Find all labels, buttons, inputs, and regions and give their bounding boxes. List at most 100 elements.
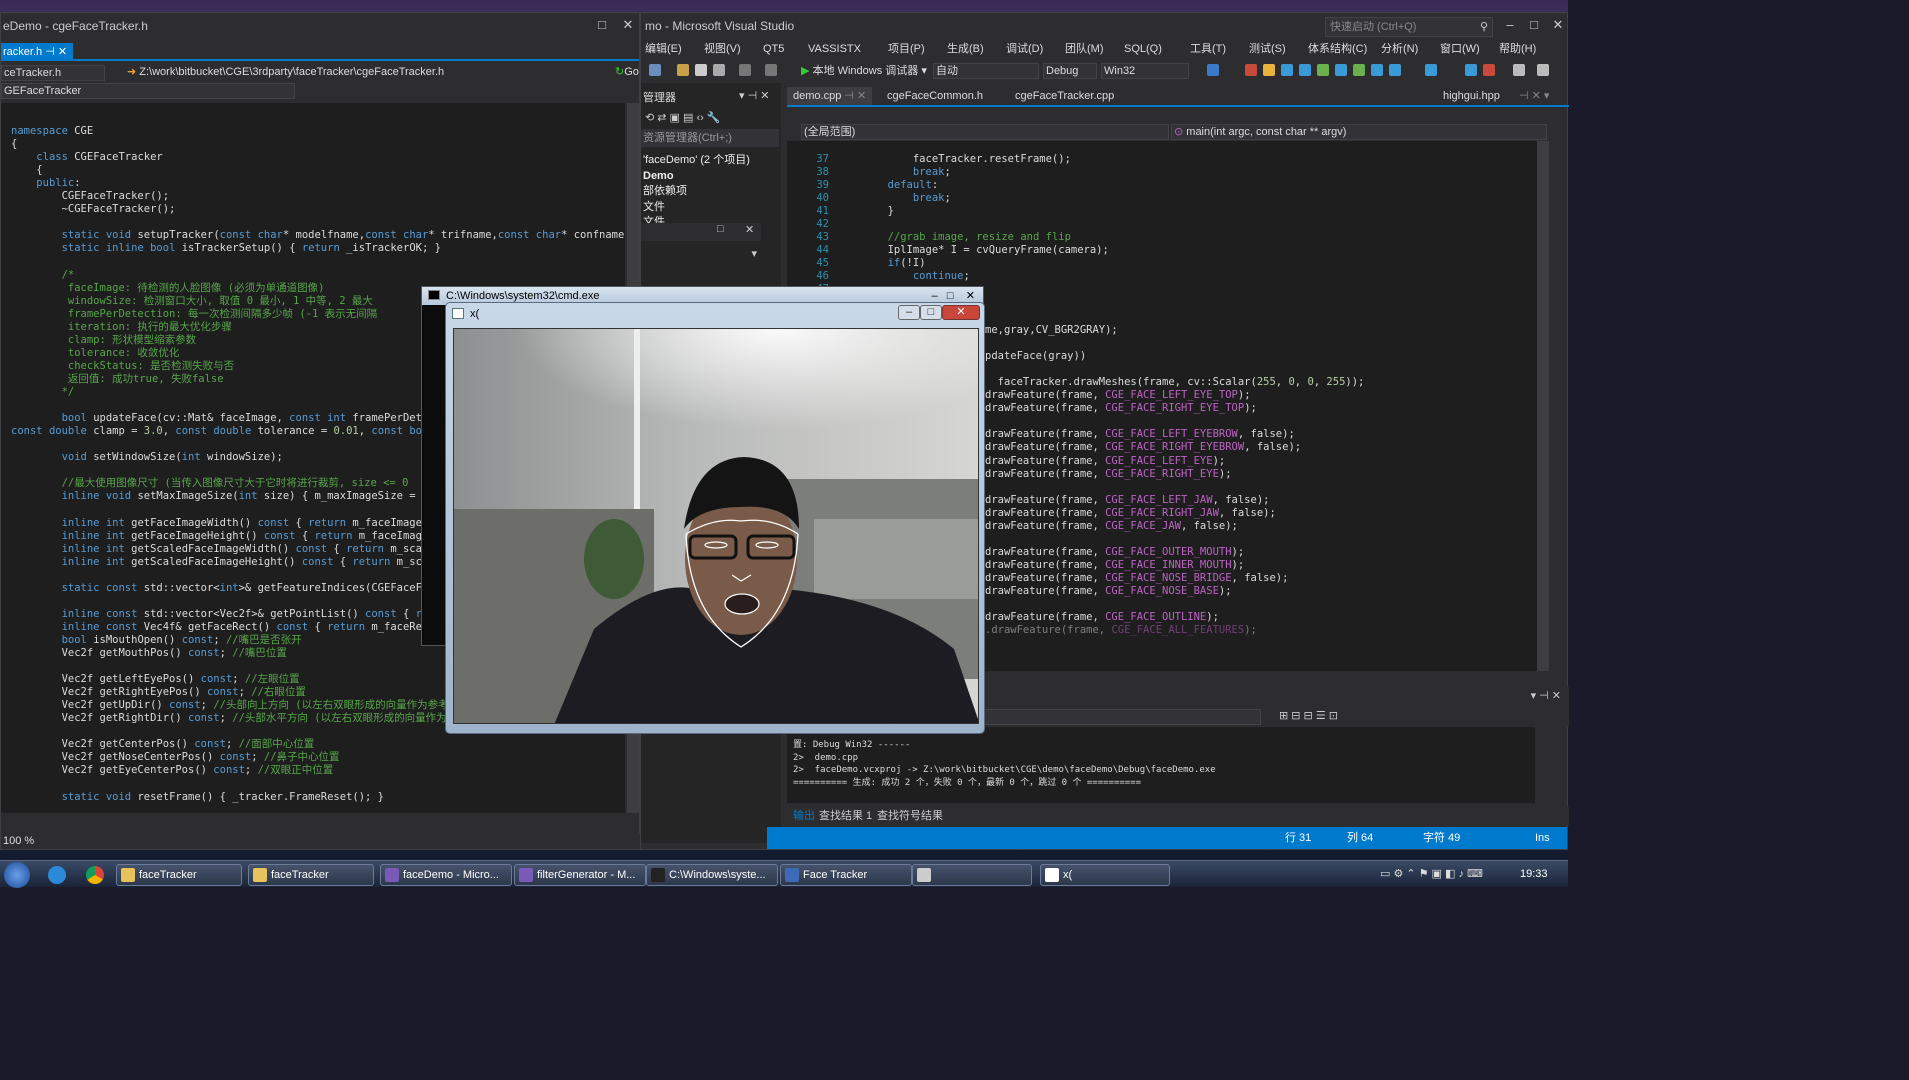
scope-combo[interactable]: GEFaceTracker [1, 83, 295, 99]
new-project-icon[interactable] [649, 64, 661, 76]
output-source-combo[interactable] [947, 709, 1261, 725]
output-tab-output[interactable]: 输出 [793, 807, 815, 825]
menu-item[interactable]: 体系结构(C) [1308, 39, 1367, 59]
toolbar-icon[interactable] [1483, 64, 1495, 76]
toolbar-icon[interactable] [1425, 64, 1437, 76]
toolbar-icon[interactable] [1263, 64, 1275, 76]
menu-item[interactable]: 分析(N) [1381, 39, 1418, 59]
platform-combo[interactable]: Win32 [1101, 63, 1189, 79]
pin-icon[interactable]: ▾ ⊣ ✕ [739, 89, 769, 102]
toolbar-icon[interactable] [1465, 64, 1477, 76]
tree-item-files[interactable]: 文件 [643, 200, 750, 216]
member-combo-text: main(int argc, const char ** argv) [1186, 126, 1347, 138]
start-debugging-button[interactable]: ▶ 本地 Windows 调试器 ▾ [801, 62, 927, 80]
vertical-scrollbar[interactable] [1537, 141, 1549, 671]
menu-item[interactable]: VASSISTX [808, 39, 861, 59]
clock[interactable]: 19:33 [1520, 868, 1548, 880]
solution-search-input[interactable]: 资源管理器(Ctrl+;) [641, 129, 779, 147]
nav-path[interactable]: ➜ Z:\work\bitbucket\CGE\3rdparty\faceTra… [125, 65, 613, 81]
menu-item[interactable]: 团队(M) [1065, 39, 1104, 59]
face-tracker-window[interactable]: x( – □ ✕ [445, 302, 985, 734]
taskbar-item[interactable]: faceTracker [248, 864, 374, 886]
solution-config-mode[interactable]: 自动 [933, 63, 1039, 79]
maximize-button[interactable]: □ [920, 305, 942, 320]
toolbar-icon[interactable] [1353, 64, 1365, 76]
go-button[interactable]: ↻Go [613, 65, 639, 81]
taskbar-item[interactable]: Face Tracker [780, 864, 912, 886]
tab-highgui-hpp[interactable]: highgui.hpp [1437, 87, 1506, 105]
maximize-icon[interactable]: □ [589, 13, 615, 37]
scope-combo[interactable]: (全局范围) [801, 124, 1169, 140]
toolbar-icon[interactable] [1513, 64, 1525, 76]
menu-item[interactable]: 调试(D) [1006, 39, 1043, 59]
tab-overflow-icon[interactable]: ⊣ ✕ ▾ [1519, 87, 1549, 105]
toolbar-icon[interactable] [1389, 64, 1401, 76]
tab-demo-cpp[interactable]: demo.cpp ⊣ ✕ [787, 87, 873, 105]
taskbar-item[interactable] [912, 864, 1032, 886]
menu-item[interactable]: 测试(S) [1249, 39, 1286, 59]
save-icon[interactable] [695, 64, 707, 76]
toolbar-icon[interactable] [1335, 64, 1347, 76]
taskbar-item[interactable]: C:\Windows\syste... [646, 864, 778, 886]
zoom-level[interactable]: 100 % [1, 833, 641, 849]
line-number: 39 [816, 179, 829, 191]
menu-item[interactable]: 编辑(E) [645, 39, 682, 59]
file-combo[interactable]: ceTracker.h [1, 65, 105, 81]
save-all-icon[interactable] [713, 64, 725, 76]
minimize-icon[interactable]: – [1497, 13, 1523, 37]
quick-launch-input[interactable]: 快速启动 (Ctrl+Q) ⚲ [1325, 17, 1493, 37]
menu-item[interactable]: 视图(V) [704, 39, 741, 59]
tab-cgefacetracker-h[interactable]: racker.h ⊣ ✕ [1, 43, 74, 61]
close-icon[interactable]: ✕ [745, 223, 754, 236]
taskbar-item[interactable]: x( [1040, 864, 1170, 886]
config-combo[interactable]: Debug [1043, 63, 1097, 79]
toolbar-icon[interactable] [1299, 64, 1311, 76]
pin-icon[interactable]: ⊣ ✕ [844, 90, 866, 102]
menu-item[interactable]: 窗口(W) [1440, 39, 1480, 59]
output-controls-icon[interactable]: ▾ ⊣ ✕ [1531, 689, 1561, 702]
tab-cgefacecommon-h[interactable]: cgeFaceCommon.h [881, 87, 989, 105]
maximize-icon[interactable]: □ [717, 223, 724, 235]
undo-icon[interactable] [739, 64, 751, 76]
toolbar-icon[interactable] [1371, 64, 1383, 76]
tree-item-solution[interactable]: 'faceDemo' (2 个项目) [643, 153, 750, 169]
maximize-icon[interactable]: □ [1521, 13, 1547, 37]
member-combo[interactable]: ⊙ main(int argc, const char ** argv) [1171, 124, 1547, 140]
pin-icon[interactable]: ⊣ [45, 46, 55, 58]
output-tab-find1[interactable]: 查找结果 1 [819, 807, 872, 825]
menu-item[interactable]: 生成(B) [947, 39, 984, 59]
taskbar-item[interactable]: filterGenerator - M... [514, 864, 646, 886]
toolbar-icon[interactable] [1317, 64, 1329, 76]
close-tab-icon[interactable]: ✕ [58, 46, 67, 58]
start-button[interactable] [4, 862, 30, 888]
toolbar-icon[interactable] [1281, 64, 1293, 76]
tree-item-deps[interactable]: 部依赖项 [643, 184, 750, 200]
minimize-button[interactable]: – [898, 305, 920, 320]
tree-item-files-2[interactable]: 文件 [643, 215, 750, 223]
code-line: namespace CGE [11, 125, 94, 137]
toolbar-icon[interactable] [1537, 64, 1549, 76]
tab-cgefacetracker-cpp[interactable]: cgeFaceTracker.cpp [1009, 87, 1120, 105]
internet-explorer-icon[interactable] [48, 866, 66, 884]
toolbar-icon[interactable] [1207, 64, 1219, 76]
sync-icon[interactable]: ⟲ ⇄ ▣ ▤ ‹› 🔧 [645, 111, 721, 124]
close-icon[interactable]: ✕ [1545, 13, 1571, 37]
menu-item[interactable]: 工具(T) [1190, 39, 1226, 59]
menu-item[interactable]: QT5 [763, 39, 784, 59]
menu-item[interactable]: SQL(Q) [1124, 39, 1162, 59]
menu-item[interactable]: 帮助(H) [1499, 39, 1536, 59]
panel-dropdown[interactable]: ▾ [641, 243, 761, 265]
taskbar-item[interactable]: faceTracker [116, 864, 242, 886]
open-icon[interactable] [677, 64, 689, 76]
chrome-icon[interactable] [86, 866, 104, 884]
close-icon[interactable]: ✕ [615, 13, 641, 37]
tree-item-project[interactable]: Demo [643, 169, 750, 185]
toolbar-icon[interactable] [1245, 64, 1257, 76]
redo-icon[interactable] [765, 64, 777, 76]
close-button[interactable]: ✕ [942, 305, 980, 320]
menu-item[interactable]: 项目(P) [888, 39, 925, 59]
taskbar-item[interactable]: faceDemo - Micro... [380, 864, 512, 886]
output-tab-symbols[interactable]: 查找符号结果 [877, 807, 943, 825]
tray-icons[interactable]: ▭ ⚙ ⌃ ⚑ ▣ ◧ ♪ ⌨ [1380, 867, 1483, 880]
output-tool-icons[interactable]: ⊞ ⊟ ⊟ ☰ ⊡ [1279, 709, 1338, 722]
